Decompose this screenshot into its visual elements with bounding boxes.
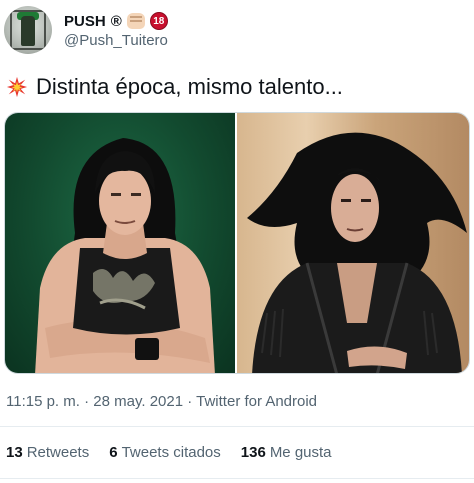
retweets-label: Retweets (26, 444, 90, 461)
photo-right-drawing (247, 132, 468, 373)
name-row: PUSH ® 18 (64, 10, 168, 32)
tweet-media[interactable] (4, 112, 470, 374)
retweets-stat[interactable]: 13 Retweets (6, 444, 89, 461)
display-name[interactable]: PUSH (64, 13, 106, 30)
quotes-count: 6 (109, 444, 118, 461)
fist-bump-icon (126, 13, 145, 29)
eighteen-badge-icon: 18 (149, 12, 168, 30)
photo-left-drawing (35, 138, 215, 373)
tweet-header: PUSH ® 18 @Push_Tuitero (0, 0, 474, 62)
photo-left[interactable] (5, 113, 236, 373)
photo-right[interactable] (237, 113, 469, 373)
divider-top (0, 426, 474, 427)
user-handle[interactable]: @Push_Tuitero (64, 32, 168, 49)
tweet-text-content: Distinta época, mismo talento... (36, 74, 343, 99)
tweet-date[interactable]: 28 may. 2021 (93, 393, 183, 410)
avatar[interactable] (4, 6, 52, 54)
tweet-source[interactable]: Twitter for Android (196, 393, 317, 410)
retweets-count: 13 (6, 444, 23, 461)
collision-icon (6, 76, 28, 98)
likes-stat[interactable]: 136 Me gusta (241, 444, 332, 461)
avatar-figure (21, 16, 35, 46)
likes-count: 136 (240, 444, 266, 461)
divider-bottom (0, 478, 474, 479)
tweet-stats: 13 Retweets 6 Tweets citados 136 Me gusta (6, 444, 332, 461)
likes-label: Me gusta (269, 444, 332, 461)
tweet-meta: 11:15 p. m. · 28 may. 2021 · Twitter for… (6, 393, 317, 410)
quotes-stat[interactable]: 6 Tweets citados (109, 444, 221, 461)
meta-separator-2: · (187, 393, 193, 410)
tweet-text: Distinta época, mismo talento... (6, 74, 343, 100)
meta-separator-1: · (84, 393, 90, 410)
quotes-label: Tweets citados (121, 444, 221, 461)
tweet-time[interactable]: 11:15 p. m. (6, 393, 80, 410)
registered-mark: ® (110, 12, 122, 30)
